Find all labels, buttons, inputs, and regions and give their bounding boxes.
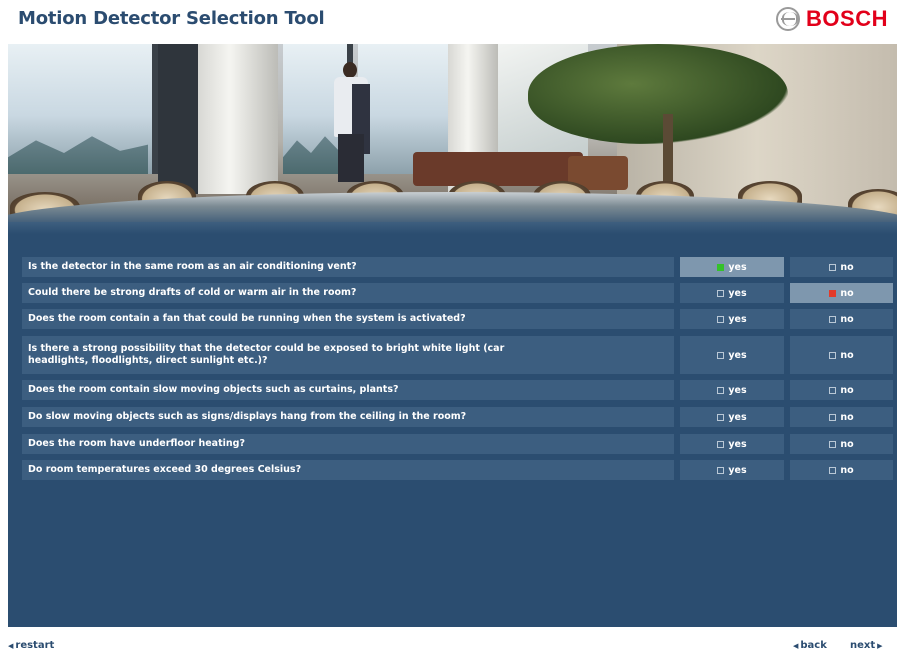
answer-yes-button[interactable]: yes xyxy=(680,257,784,277)
answer-no-label: no xyxy=(840,384,854,396)
question-text: Do room temperatures exceed 30 degrees C… xyxy=(22,460,674,480)
photo-person-legs xyxy=(338,134,364,182)
photo-mountains xyxy=(8,136,148,174)
checkbox-icon xyxy=(717,413,725,421)
answer-no-label: no xyxy=(840,287,854,299)
photo-column xyxy=(158,44,198,194)
question-text: Could there be strong drafts of cold or … xyxy=(22,283,674,303)
photo-person-head xyxy=(343,62,357,78)
answer-no-label: no xyxy=(840,313,854,325)
logo-text: BOSCH xyxy=(806,6,888,31)
back-link[interactable]: ◀ back xyxy=(793,640,827,651)
answer-no-button[interactable]: no xyxy=(790,309,893,329)
chevron-left-icon: ◀ xyxy=(8,641,14,650)
checkbox-icon xyxy=(829,386,837,394)
answer-no-button[interactable]: no xyxy=(790,434,893,454)
photo-window xyxy=(8,44,158,174)
answer-no-button[interactable]: no xyxy=(790,380,893,400)
question-text: Is there a strong possibility that the d… xyxy=(22,336,674,374)
next-label: next xyxy=(850,640,876,651)
question-row: Do slow moving objects such as signs/dis… xyxy=(22,407,893,427)
checkbox-icon xyxy=(717,315,725,323)
question-row: Could there be strong drafts of cold or … xyxy=(22,283,893,303)
checkbox-icon xyxy=(829,413,837,421)
checkbox-checked-icon xyxy=(717,263,725,271)
checkbox-icon xyxy=(829,263,837,271)
answer-no-label: no xyxy=(840,438,854,450)
bosch-armature-icon xyxy=(776,7,801,31)
answer-no-label: no xyxy=(840,261,854,273)
question-text: Does the room contain a fan that could b… xyxy=(22,309,674,329)
checkbox-icon xyxy=(717,386,725,394)
checkbox-icon xyxy=(717,289,725,297)
question-row: Does the room contain a fan that could b… xyxy=(22,309,893,329)
restart-link[interactable]: ◀ restart xyxy=(8,640,54,651)
question-text: Does the room contain slow moving object… xyxy=(22,380,674,400)
answer-no-button[interactable]: no xyxy=(790,257,893,277)
photo-tabletop xyxy=(8,192,897,222)
checkbox-icon xyxy=(829,315,837,323)
question-text: Does the room have underfloor heating? xyxy=(22,434,674,454)
question-row: Does the room have underfloor heating? y… xyxy=(22,434,893,454)
question-row: Is the detector in the same room as an a… xyxy=(22,257,893,277)
panel-fade xyxy=(8,222,897,234)
restart-label: restart xyxy=(15,640,55,651)
bosch-logo: BOSCH xyxy=(776,6,888,32)
answer-yes-button[interactable]: yes xyxy=(680,283,784,303)
answer-yes-button[interactable]: yes xyxy=(680,434,784,454)
question-text: Is the detector in the same room as an a… xyxy=(22,257,674,277)
checkbox-icon xyxy=(829,351,837,359)
answer-yes-label: yes xyxy=(728,384,747,396)
header-photo xyxy=(8,44,897,222)
answer-no-button[interactable]: no xyxy=(790,460,893,480)
footer: ◀ restart ◀ back next ▶ xyxy=(0,627,897,656)
answer-no-button[interactable]: no xyxy=(790,336,893,374)
checkbox-icon xyxy=(829,440,837,448)
chevron-left-icon: ◀ xyxy=(793,641,799,650)
chevron-right-icon: ▶ xyxy=(877,641,883,650)
answer-yes-label: yes xyxy=(728,287,747,299)
answer-yes-button[interactable]: yes xyxy=(680,336,784,374)
question-text: Do slow moving objects such as signs/dis… xyxy=(22,407,674,427)
back-label: back xyxy=(800,640,827,651)
answer-no-button[interactable]: no xyxy=(790,407,893,427)
answer-yes-label: yes xyxy=(728,438,747,450)
question-row: Do room temperatures exceed 30 degrees C… xyxy=(22,460,893,480)
checkbox-icon xyxy=(829,466,837,474)
question-row: Does the room contain slow moving object… xyxy=(22,380,893,400)
question-row: Is there a strong possibility that the d… xyxy=(22,336,893,374)
photo-person xyxy=(330,62,372,182)
checkbox-icon xyxy=(717,466,725,474)
checkbox-icon xyxy=(717,440,725,448)
answer-yes-label: yes xyxy=(728,261,747,273)
answer-no-label: no xyxy=(840,349,854,361)
answer-yes-button[interactable]: yes xyxy=(680,407,784,427)
photo-tree xyxy=(528,44,788,144)
next-link[interactable]: next ▶ xyxy=(850,640,883,651)
photo-pillar xyxy=(198,44,278,194)
checkbox-icon xyxy=(717,351,725,359)
answer-yes-label: yes xyxy=(728,349,747,361)
answer-yes-button[interactable]: yes xyxy=(680,380,784,400)
answer-yes-label: yes xyxy=(728,464,747,476)
answer-yes-button[interactable]: yes xyxy=(680,309,784,329)
questionnaire-panel: Is the detector in the same room as an a… xyxy=(8,222,897,627)
answer-yes-label: yes xyxy=(728,313,747,325)
app-title: Motion Detector Selection Tool xyxy=(18,8,325,29)
answer-yes-label: yes xyxy=(728,411,747,423)
header: Motion Detector Selection Tool BOSCH xyxy=(0,0,897,44)
answer-no-label: no xyxy=(840,464,854,476)
answer-no-button[interactable]: no xyxy=(790,283,893,303)
answer-no-label: no xyxy=(840,411,854,423)
photo-table xyxy=(8,184,897,222)
answer-yes-button[interactable]: yes xyxy=(680,460,784,480)
checkbox-checked-icon xyxy=(829,289,837,297)
